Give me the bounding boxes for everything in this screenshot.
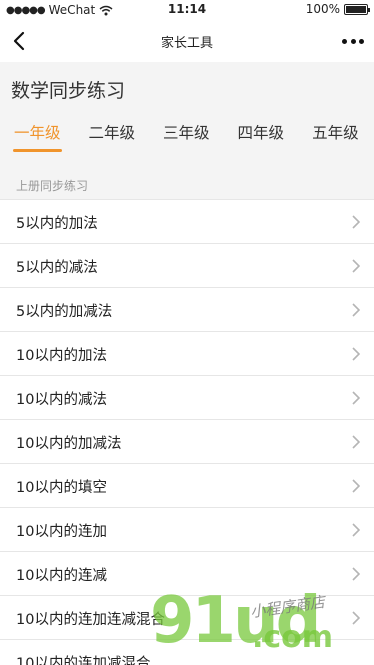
tab-grade-2[interactable]: 二年级	[75, 118, 150, 152]
chevron-right-icon	[352, 347, 360, 361]
list-item-label: 10以内的减法	[16, 392, 107, 408]
chevron-right-icon	[352, 303, 360, 317]
list-item[interactable]: 5以内的加减法	[0, 287, 374, 331]
list-item[interactable]: 5以内的加法	[0, 199, 374, 243]
nav-title: 家长工具	[160, 36, 213, 51]
list-item-label: 10以内的加法	[16, 348, 107, 364]
chevron-right-icon	[352, 215, 360, 229]
list-item[interactable]: 10以内的连加减混合	[0, 639, 374, 665]
more-dot-icon	[359, 38, 364, 44]
more-dot-icon	[350, 38, 356, 44]
page-title: 数学同步练习	[11, 80, 126, 102]
tab-grade-3[interactable]: 三年级	[149, 118, 224, 152]
chevron-right-icon	[352, 435, 360, 449]
status-bar: ●●●●● WeChat 11:14 100%	[0, 0, 374, 20]
list-item-label: 5以内的减法	[16, 260, 98, 276]
list-item[interactable]: 5以内的减法	[0, 243, 374, 287]
list-item-label: 10以内的连加减混合	[16, 656, 151, 665]
chevron-right-icon	[352, 391, 360, 405]
more-menu-button[interactable]	[342, 32, 364, 50]
list-item-label: 10以内的加减法	[16, 436, 122, 452]
chevron-right-icon	[352, 479, 360, 493]
list-item-label: 10以内的连减	[16, 568, 107, 584]
section-title: 上册同步练习	[16, 179, 89, 193]
nav-bar: 家长工具	[0, 20, 374, 62]
list-item[interactable]: 10以内的加减法	[0, 419, 374, 463]
tab-grade-5[interactable]: 五年级	[298, 118, 373, 152]
list-item[interactable]: 10以内的连加连减混合	[0, 595, 374, 639]
list-item[interactable]: 10以内的连减	[0, 551, 374, 595]
list-item-label: 10以内的填空	[16, 480, 107, 496]
list-item-label: 5以内的加减法	[16, 304, 113, 320]
list-item[interactable]: 10以内的填空	[0, 463, 374, 507]
list-item-label: 10以内的连加连减混合	[16, 612, 165, 628]
battery-icon	[344, 3, 370, 15]
exercise-list: 5以内的加法 5以内的减法 5以内的加减法 10以内的加法 10以内的减法 10…	[0, 199, 374, 665]
list-item-label: 5以内的加法	[16, 216, 98, 232]
chevron-right-icon	[352, 523, 360, 537]
chevron-right-icon	[352, 611, 360, 625]
list-item-label: 10以内的连加	[16, 524, 107, 540]
list-item[interactable]: 10以内的连加	[0, 507, 374, 551]
list-item[interactable]: 10以内的加法	[0, 331, 374, 375]
list-item[interactable]: 10以内的减法	[0, 375, 374, 419]
tab-grade-4[interactable]: 四年级	[224, 118, 299, 152]
more-dot-icon	[342, 38, 347, 44]
chevron-right-icon	[352, 259, 360, 273]
tab-grade-1[interactable]: 一年级	[0, 118, 75, 152]
battery-percent: 100%	[305, 2, 340, 16]
status-right: 100%	[305, 2, 370, 16]
grade-tabs: 一年级 二年级 三年级 四年级 五年级	[0, 118, 374, 162]
chevron-right-icon	[352, 567, 360, 581]
